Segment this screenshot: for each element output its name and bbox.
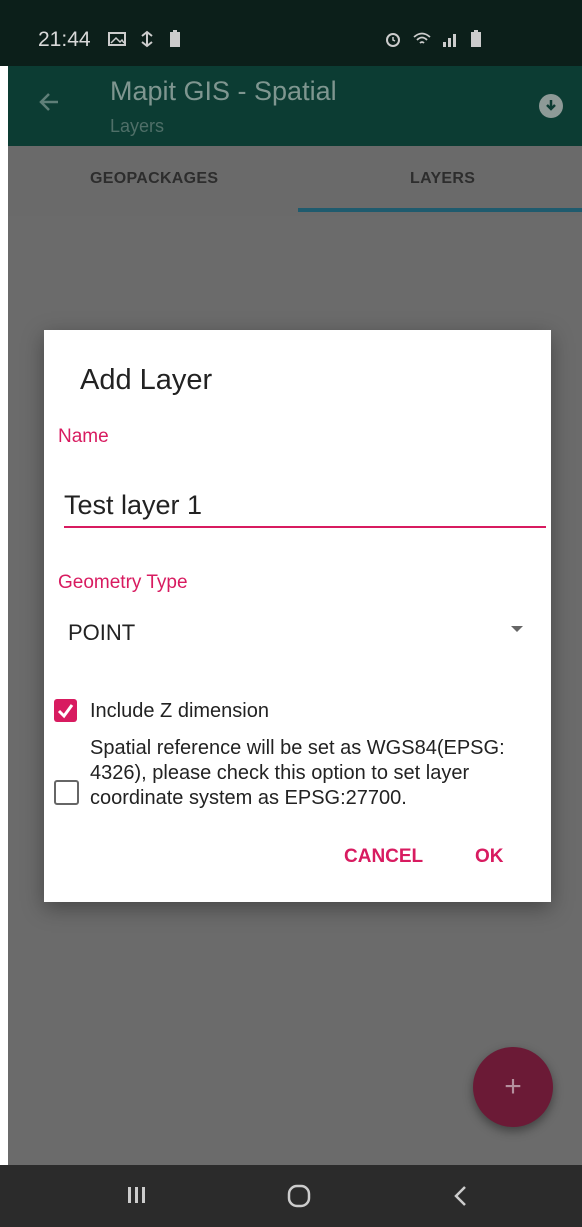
home-icon[interactable] (286, 1183, 312, 1209)
sync-icon (141, 30, 153, 48)
signal-icon (443, 34, 456, 47)
add-layer-dialog: Add Layer Name Test layer 1 Geometry Typ… (44, 330, 551, 902)
name-input-underline (64, 526, 546, 528)
image-icon (108, 32, 126, 46)
app-bar: Mapit GIS - Spatial Layers (8, 66, 582, 146)
app-title: Mapit GIS - Spatial (110, 76, 337, 106)
name-input[interactable]: Test layer 1 (64, 490, 202, 521)
wifi-icon (413, 32, 431, 44)
spatial-reference-checkbox[interactable] (54, 780, 79, 805)
screen-edge (0, 66, 8, 1166)
download-icon[interactable] (539, 94, 563, 118)
dialog-title: Add Layer (80, 364, 213, 396)
battery-icon (170, 30, 180, 47)
arrow-left-icon[interactable] (36, 88, 64, 116)
battery-icon (471, 30, 481, 47)
name-label: Name (58, 426, 109, 447)
recent-apps-icon[interactable] (126, 1183, 146, 1207)
spatial-reference-label: Spatial reference will be set as WGS84(E… (90, 737, 505, 809)
add-fab-button[interactable]: + (473, 1047, 553, 1127)
plus-icon: + (504, 1070, 522, 1103)
geometry-type-label: Geometry Type (58, 572, 188, 593)
geometry-type-select[interactable]: POINT (68, 620, 135, 646)
navigation-bar (0, 1165, 582, 1227)
tab-indicator (298, 208, 582, 212)
include-z-label: Include Z dimension (90, 700, 269, 722)
chevron-down-icon[interactable] (511, 626, 523, 632)
status-time: 21:44 (38, 28, 91, 51)
include-z-checkbox[interactable] (54, 699, 77, 722)
tab-geopackages[interactable]: GEOPACKAGES (90, 170, 218, 188)
ok-button[interactable]: OK (475, 846, 504, 868)
status-bar: 21:44 (0, 0, 582, 66)
back-icon[interactable] (450, 1183, 472, 1209)
tab-bar: GEOPACKAGES LAYERS (8, 146, 582, 216)
alarm-icon (386, 33, 400, 47)
tab-layers[interactable]: LAYERS (410, 170, 475, 188)
cancel-button[interactable]: CANCEL (344, 846, 423, 868)
app-subtitle: Layers (110, 116, 165, 136)
